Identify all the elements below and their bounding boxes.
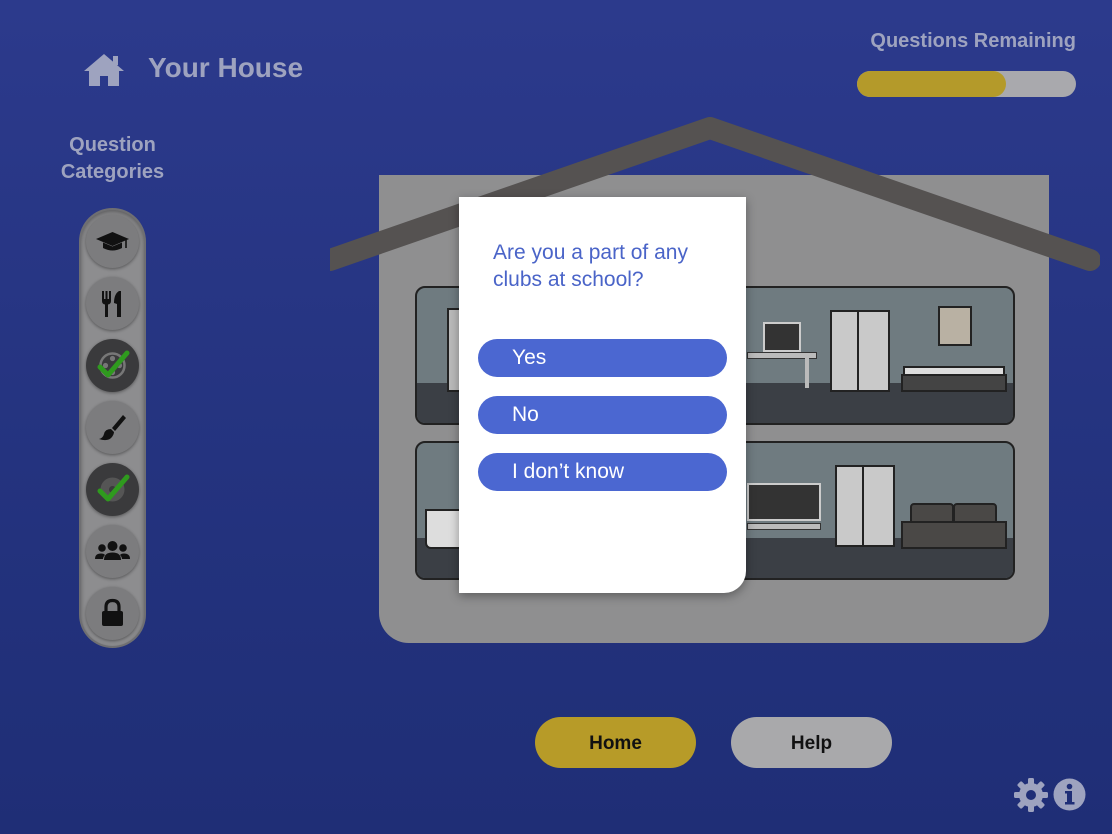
category-locked[interactable] — [86, 587, 139, 640]
house-icon[interactable] — [82, 52, 126, 88]
info-icon[interactable] — [1052, 777, 1087, 812]
help-button[interactable]: Help — [731, 717, 892, 768]
category-food[interactable] — [86, 277, 139, 330]
question-categories-title: Question Categories — [40, 132, 185, 186]
utensils-icon — [102, 291, 121, 317]
answer-yes-button[interactable]: Yes — [478, 339, 727, 377]
questions-remaining-progress — [857, 71, 1076, 97]
question-text: Are you a part of any clubs at school? — [493, 241, 688, 291]
category-title-line-2: Categories — [60, 161, 165, 183]
category-music[interactable] — [86, 463, 139, 516]
answer-dont-know-button[interactable]: I don’t know — [478, 453, 727, 491]
category-rail — [81, 210, 144, 646]
questions-remaining-label: Questions Remaining — [870, 30, 1076, 52]
category-school[interactable] — [86, 215, 139, 268]
question-card: Are you a part of any clubs at school? Y… — [459, 197, 746, 593]
disc-icon — [97, 474, 130, 502]
category-title-line-1: Question — [69, 134, 156, 156]
progress-fill — [857, 71, 1006, 97]
film-reel-icon — [97, 350, 130, 379]
answer-no-button[interactable]: No — [478, 396, 727, 434]
lock-icon — [102, 598, 123, 626]
page-title: Your House — [148, 52, 304, 83]
category-art[interactable] — [86, 401, 139, 454]
users-icon — [95, 541, 130, 560]
graduation-cap-icon — [96, 232, 129, 251]
paintbrush-icon — [99, 415, 126, 441]
category-friends[interactable] — [86, 525, 139, 578]
category-movies[interactable] — [86, 339, 139, 392]
gear-icon[interactable] — [1013, 777, 1049, 813]
home-button[interactable]: Home — [535, 717, 696, 768]
